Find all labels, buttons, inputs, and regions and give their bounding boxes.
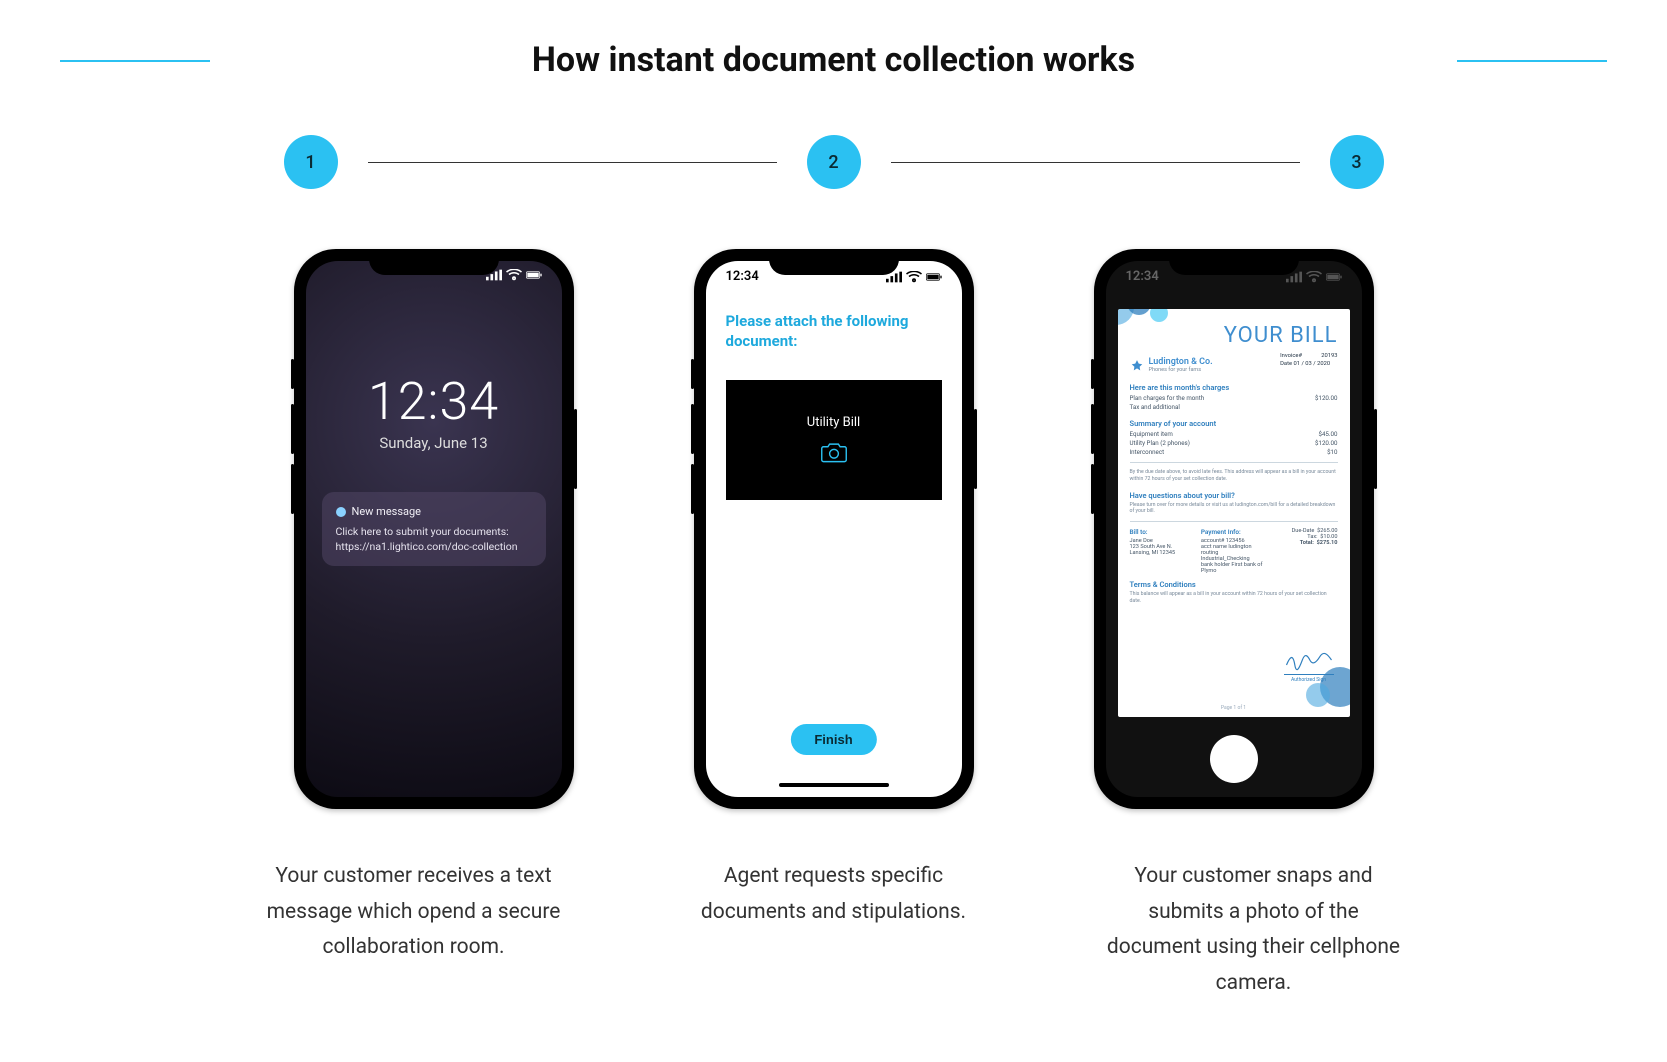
battery-icon [1326, 271, 1342, 283]
phone-screen-lockscreen: 12:34 Sunday, June 13 New message Click … [306, 261, 562, 797]
bill-section-heading: Have questions about your bill? [1130, 491, 1338, 500]
step-indicator: 1 2 3 [284, 135, 1384, 189]
attach-instruction: Please attach the following document: [726, 311, 942, 352]
company-logo-icon [1130, 359, 1144, 373]
bill-footer-columns: Bill to: Jane Doe 123 South Ave N. Lansi… [1130, 528, 1338, 574]
notification-title: New message [352, 504, 422, 520]
status-icons [886, 269, 942, 284]
lock-screen-clock: 12:34 Sunday, June 13 [306, 371, 562, 452]
bill-questions-text: Please turn over for more details or vis… [1130, 502, 1338, 516]
bill-section-heading: Summary of your account [1130, 419, 1338, 428]
wifi-icon [1306, 271, 1322, 283]
step-caption-3: Your customer snaps and submits a photo … [1104, 859, 1404, 1002]
document-type-label: Utility Bill [807, 415, 860, 430]
step-badge-3: 3 [1330, 135, 1384, 189]
signature-icon [1284, 648, 1334, 672]
status-time: 12:34 [1126, 269, 1159, 284]
bill-decoration-top [1118, 309, 1184, 345]
step-badge-2: 2 [807, 135, 861, 189]
captions-row: Your customer receives a text message wh… [60, 859, 1607, 1002]
sms-notification[interactable]: New message Click here to submit your do… [322, 492, 546, 566]
phone-notch [1169, 249, 1299, 275]
battery-icon [526, 269, 542, 281]
notification-line: Click here to submit your documents: [336, 524, 532, 539]
bill-section-heading: Here are this month's charges [1130, 383, 1338, 392]
document-upload-box[interactable]: Utility Bill [726, 380, 942, 500]
bill-section-heading: Terms & Conditions [1130, 580, 1338, 589]
step-badge-1: 1 [284, 135, 338, 189]
wifi-icon [506, 269, 522, 281]
phone-notch [369, 249, 499, 275]
lock-screen-time: 12:34 [306, 371, 562, 432]
bill-fine-print: By the due date above, to avoid late fee… [1130, 469, 1338, 483]
phone-row: 12:34 Sunday, June 13 New message Click … [60, 249, 1607, 809]
step-connector [891, 162, 1300, 163]
status-icons [486, 269, 542, 281]
finish-button[interactable]: Finish [790, 724, 876, 755]
status-icons [1286, 269, 1342, 284]
page-title: How instant document collection works [60, 40, 1607, 80]
bill-signature: Authorized Sign [1284, 648, 1334, 683]
notification-link[interactable]: https://na1.lightico.com/doc-collection [336, 539, 532, 554]
step-caption-1: Your customer receives a text message wh… [264, 859, 564, 1002]
home-indicator [779, 783, 889, 787]
bill-terms-text: This balance will appear as a bill in yo… [1130, 591, 1338, 605]
message-app-icon [336, 507, 346, 517]
battery-icon [926, 271, 942, 283]
step-caption-2: Agent requests specific documents and st… [684, 859, 984, 1002]
status-time: 12:34 [726, 269, 759, 284]
captured-bill-document: YOUR BILL Ludington & Co. Phones for you… [1118, 309, 1350, 717]
phone-screen-collection: 12:34 Please attach the following docume… [706, 261, 962, 797]
bill-company-name: Ludington & Co. [1149, 358, 1213, 367]
bill-meta: Invoice# 20193 Date 01 / 03 / 2020 [1280, 353, 1337, 368]
camera-shutter-button[interactable] [1210, 735, 1258, 783]
phone-mockup-3: 12:34 YOUR BILL [1094, 249, 1374, 809]
camera-icon [820, 440, 848, 464]
phone-mockup-1: 12:34 Sunday, June 13 New message Click … [294, 249, 574, 809]
lock-screen-date: Sunday, June 13 [306, 434, 562, 452]
bill-tagline: Phones for your fams [1149, 367, 1213, 373]
bill-page-number: Page 1 of 1 [1118, 705, 1350, 711]
notification-header: New message [336, 504, 532, 520]
phone-notch [769, 249, 899, 275]
phone-mockup-2: 12:34 Please attach the following docume… [694, 249, 974, 809]
step-connector [368, 162, 777, 163]
phone-screen-camera: 12:34 YOUR BILL [1106, 261, 1362, 797]
wifi-icon [906, 271, 922, 283]
